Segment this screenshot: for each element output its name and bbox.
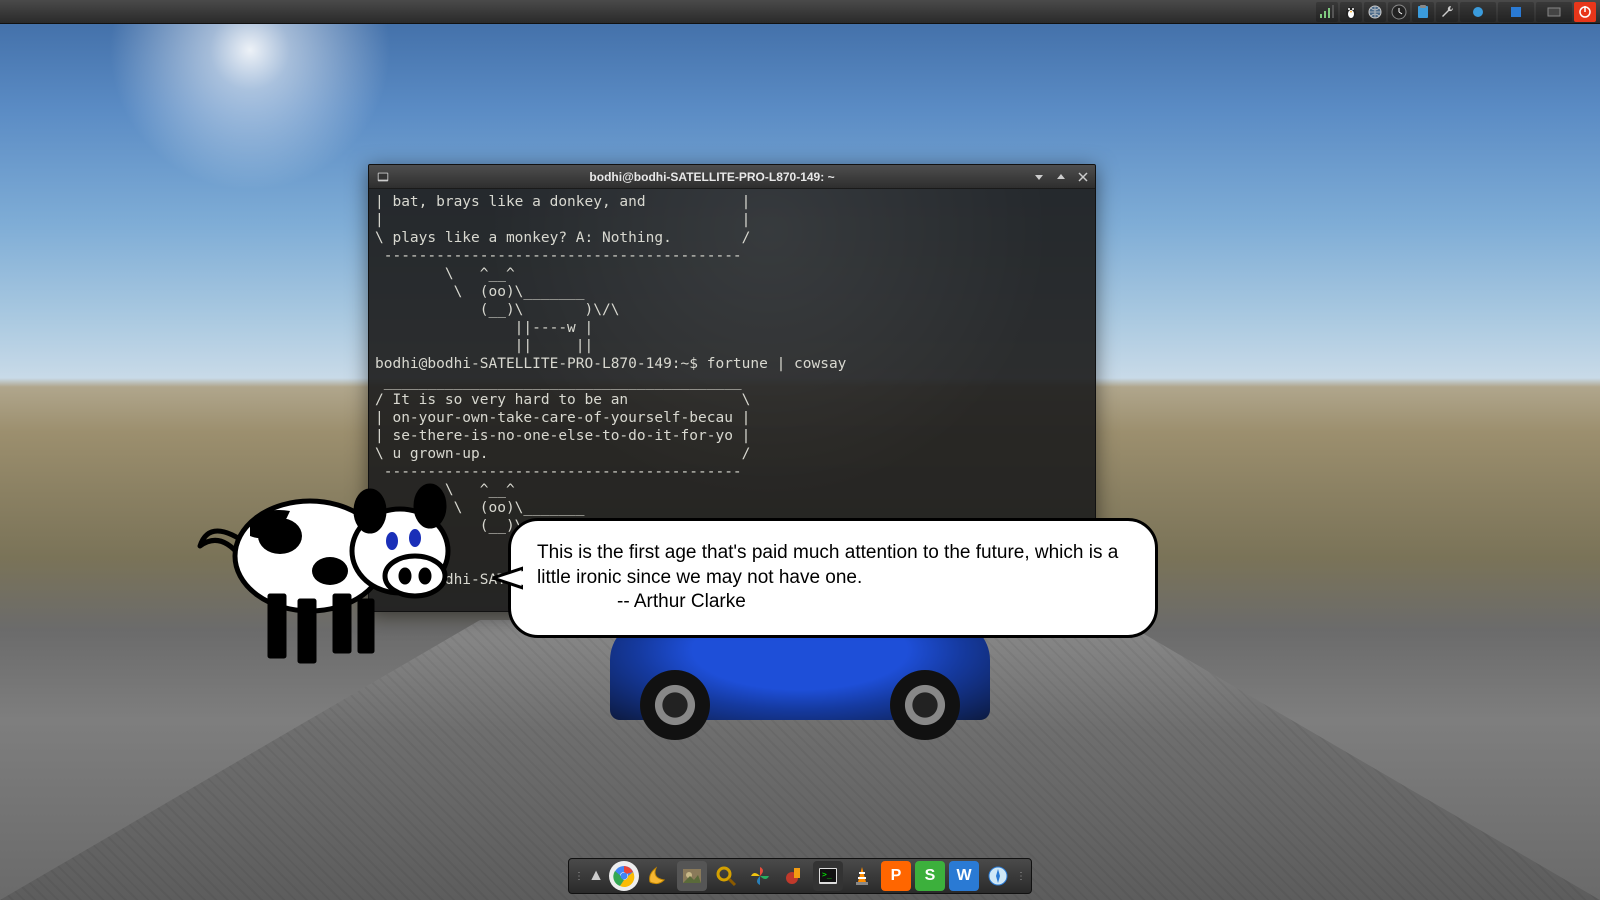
clipboard-icon[interactable] [1412, 2, 1434, 22]
penguin-icon[interactable] [1340, 2, 1362, 22]
power-button[interactable] [1574, 2, 1596, 22]
chrome-icon[interactable] [609, 861, 639, 891]
dock-handle-left[interactable]: ⋮ [575, 861, 583, 891]
terminal-titlebar[interactable]: bodhi@bodhi-SATELLITE-PRO-L870-149: ~ [369, 165, 1095, 189]
photo-app-icon[interactable] [677, 861, 707, 891]
globe-icon[interactable] [1364, 2, 1386, 22]
taskbar-item-1[interactable] [1460, 2, 1496, 22]
terminal-icon[interactable]: >_ [813, 861, 843, 891]
p-app-icon[interactable]: P [881, 861, 911, 891]
magnifier-icon[interactable] [711, 861, 741, 891]
taskbar-item-3[interactable] [1536, 2, 1572, 22]
compass-icon[interactable] [983, 861, 1013, 891]
minimize-button[interactable] [1031, 169, 1047, 185]
speech-tail [493, 563, 523, 601]
game-icon[interactable] [779, 861, 809, 891]
terminal-menu-icon[interactable] [373, 170, 393, 184]
taskbar-item-2[interactable] [1498, 2, 1534, 22]
pinwheel-icon[interactable] [745, 861, 775, 891]
bottom-dock: ⋮ ▲ >_ P S W ⋮ [568, 858, 1032, 894]
svg-text:>_: >_ [822, 870, 832, 879]
clock-icon[interactable] [1388, 2, 1410, 22]
vlc-icon[interactable] [847, 861, 877, 891]
top-panel [0, 0, 1600, 24]
dock-handle-right[interactable]: ⋮ [1017, 861, 1025, 891]
s-app-icon[interactable]: S [915, 861, 945, 891]
fortune-speech-bubble: This is the first age that's paid much a… [508, 518, 1158, 638]
wrench-icon[interactable] [1436, 2, 1458, 22]
signal-icon[interactable] [1316, 2, 1338, 22]
terminal-title: bodhi@bodhi-SATELLITE-PRO-L870-149: ~ [393, 170, 1031, 184]
fortune-attribution: -- Arthur Clarke [537, 590, 1129, 615]
banana-icon[interactable] [643, 861, 673, 891]
fortune-text: This is the first age that's paid much a… [537, 541, 1129, 590]
dock-expand-icon[interactable]: ▲ [587, 861, 605, 891]
close-button[interactable] [1075, 169, 1091, 185]
w-app-icon[interactable]: W [949, 861, 979, 891]
maximize-button[interactable] [1053, 169, 1069, 185]
